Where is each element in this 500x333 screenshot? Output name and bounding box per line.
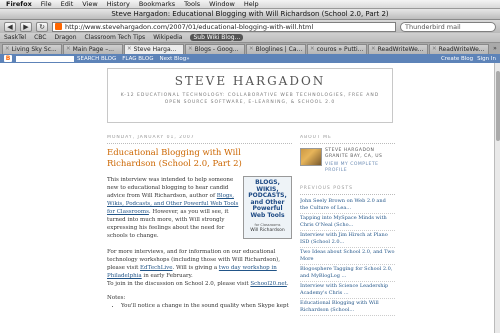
notes-heading: Notes: [107, 295, 126, 301]
book-cover-image[interactable]: BLOGS, WIKIS, PODCASTS, and Other Powerf… [243, 176, 292, 239]
blogger-logo-icon[interactable]: B [4, 55, 12, 62]
tab-label: ReadWriteWe... [377, 46, 424, 53]
navigation-toolbar: ◀ ▶ ↻ http://www.stevehargadon.com/2007/… [0, 20, 500, 33]
avatar[interactable] [300, 148, 322, 166]
close-tab-icon[interactable]: ✕ [5, 45, 10, 54]
close-tab-icon[interactable]: ✕ [432, 45, 437, 54]
list-item: You'll notice a change in the sound qual… [121, 302, 292, 310]
tab-list-icon[interactable]: » [490, 44, 500, 54]
menu-view[interactable]: View [82, 0, 97, 8]
close-tab-icon[interactable]: ✕ [127, 45, 132, 54]
bookmark-item[interactable]: CBC [34, 34, 46, 41]
sidebar: ABOUT ME STEVE HARGADON GRANITE BAY, CA,… [300, 135, 395, 333]
search-input[interactable]: Thunderbird mail [400, 21, 496, 32]
menu-app-firefox[interactable]: Firefox [6, 0, 32, 8]
about-me-heading: ABOUT ME [300, 135, 395, 144]
tab-label: Steve Harga... [133, 46, 177, 53]
sign-in-link[interactable]: Sign In [477, 56, 496, 62]
bookmark-item[interactable]: SaskTel [4, 34, 26, 41]
address-bar[interactable]: http://www.stevehargadon.com/2007/01/edu… [52, 21, 396, 32]
tab[interactable]: ✕ Bloglines | Ca... [246, 44, 306, 54]
previous-post-link[interactable]: Blogosphere Tagging for School 2.0, and … [300, 265, 395, 282]
school20-link[interactable]: School20.net [250, 281, 287, 287]
book-author: Will Richardson [250, 228, 285, 233]
scrollbar-thumb[interactable] [496, 71, 500, 141]
view-profile-link[interactable]: VIEW MY COMPLETE PROFILE [325, 162, 395, 174]
previous-posts-list: John Seely Brown on Web 2.0 and the Cult… [300, 197, 395, 316]
flag-blog-button[interactable]: FLAG BLOG [122, 56, 153, 62]
close-tab-icon[interactable]: ✕ [371, 45, 376, 54]
vertical-scrollbar[interactable] [494, 63, 500, 333]
close-tab-icon[interactable]: ✕ [310, 45, 315, 54]
close-tab-icon[interactable]: ✕ [66, 45, 71, 54]
blog-search-input[interactable] [16, 55, 74, 62]
post-paragraph: To join in the discussion on School 2.0,… [107, 281, 289, 287]
tab-label: Bloglines | Ca... [255, 46, 303, 53]
tab-bar: ✕ Living Sky Sc... ✕ Main Page –... ✕ Steve… [0, 43, 500, 54]
previous-post-link[interactable]: John Seely Brown on Web 2.0 and the Cult… [300, 197, 395, 214]
previous-post-link[interactable]: Tapping into MySpace Minds with Chris O'… [300, 214, 395, 231]
post-paragraph: For more interviews, and for information… [107, 249, 281, 279]
tab[interactable]: ✕ Living Sky Sc... [2, 44, 62, 54]
back-arrow-icon[interactable]: ◀ [4, 21, 16, 32]
post-body: BLOGS, WIKIS, PODCASTS, and Other Powerf… [107, 176, 292, 310]
tab[interactable]: ✕ ReadWriteWe... [368, 44, 428, 54]
bookmarks-toolbar: SaskTel CBC Dragon Classroom Tech Tips W… [0, 33, 500, 43]
reload-icon[interactable]: ↻ [36, 21, 48, 32]
blog-tagline: K-12 EDUCATIONAL TECHNOLOGY: COLLABORATI… [120, 93, 380, 105]
site-favicon-icon [55, 23, 62, 30]
previous-post-link[interactable]: Two Ideas about School 2.0, and Two More [300, 248, 395, 265]
menu-history[interactable]: History [107, 0, 130, 8]
forward-arrow-icon[interactable]: ▶ [20, 21, 32, 32]
menu-file[interactable]: File [41, 0, 52, 8]
blog-header: STEVE HARGADON K-12 EDUCATIONAL TECHNOLO… [107, 68, 393, 123]
tab-label: Living Sky Sc... [11, 46, 57, 53]
previous-post-link[interactable]: Educational Blogging with Will Richardso… [300, 299, 395, 316]
address-bar-url: http://www.stevehargadon.com/2007/01/edu… [65, 22, 314, 31]
menu-edit[interactable]: Edit [61, 0, 74, 8]
notes-list: You'll notice a change in the sound qual… [107, 302, 292, 310]
bookmark-item[interactable]: Dragon [54, 34, 76, 41]
post-title[interactable]: Educational Blogging with Will Richardso… [107, 148, 292, 170]
previous-post-link[interactable]: Interview with Science Leadership Academ… [300, 282, 395, 299]
create-blog-link[interactable]: Create Blog [441, 56, 473, 62]
close-tab-icon[interactable]: ✕ [188, 45, 193, 54]
window-title: Steve Hargadon: Educational Blogging wit… [0, 9, 500, 20]
previous-post-link[interactable]: Interview with Jim Hirsch at Plano ISD (… [300, 231, 395, 248]
edtechlive-link[interactable]: EdTechLive [140, 265, 172, 271]
tab[interactable]: ✕ Blogs - Goog... [185, 44, 245, 54]
search-blog-button[interactable]: SEARCH BLOG [77, 56, 116, 62]
menu-help[interactable]: Help [244, 0, 259, 8]
bookmark-item[interactable]: Classroom Tech Tips [85, 34, 146, 41]
mac-menu-bar: Firefox File Edit View History Bookmarks… [0, 0, 500, 9]
tab-label: Main Page –... [72, 46, 114, 53]
tab-label: Blogs - Goog... [194, 46, 239, 53]
tab[interactable]: ✕ ReadWriteWe... [429, 44, 489, 54]
tab-label: couros » Putti... [316, 46, 364, 53]
blog-title[interactable]: STEVE HARGADON [108, 74, 392, 88]
about-me-box: STEVE HARGADON GRANITE BAY, CA, US VIEW … [300, 148, 395, 174]
post-date: MONDAY, JANUARY 01, 2007 [107, 135, 292, 144]
tab-label: ReadWriteWe... [438, 46, 485, 53]
menu-tools[interactable]: Tools [184, 0, 200, 8]
bookmark-item[interactable]: Wikipedia [153, 34, 182, 41]
close-tab-icon[interactable]: ✕ [249, 45, 254, 54]
menu-window[interactable]: Window [209, 0, 235, 8]
tab[interactable]: ✕ Main Page –... [63, 44, 123, 54]
next-blog-link[interactable]: Next Blog» [160, 56, 190, 62]
post-column: MONDAY, JANUARY 01, 2007 Educational Blo… [107, 135, 292, 333]
author-location: GRANITE BAY, CA, US [325, 154, 383, 159]
tab[interactable]: ✕ couros » Putti... [307, 44, 367, 54]
book-title: BLOGS, WIKIS, PODCASTS, and Other Powerf… [248, 179, 287, 219]
previous-posts-heading: PREVIOUS POSTS [300, 186, 395, 195]
blogger-navbar: B SEARCH BLOG FLAG BLOG Next Blog» Creat… [0, 54, 500, 63]
menu-bookmarks[interactable]: Bookmarks [139, 0, 175, 8]
web-page: STEVE HARGADON K-12 EDUCATIONAL TECHNOLO… [0, 63, 500, 333]
bookmark-item[interactable]: Sub Wiki Blog... [190, 34, 244, 41]
tab-active[interactable]: ✕ Steve Harga... [124, 44, 184, 54]
